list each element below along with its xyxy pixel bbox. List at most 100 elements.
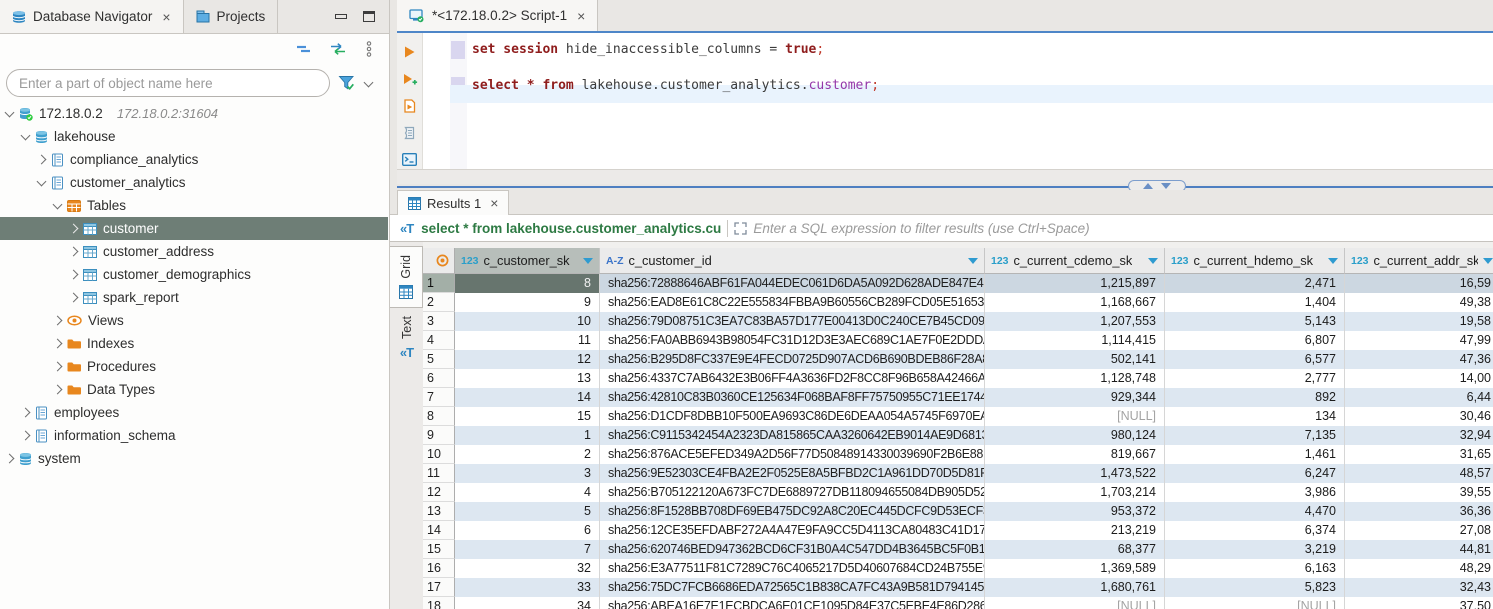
cell-c_customer_id[interactable]: sha256:E3A77511F81C7289C76C4065217D5D406… xyxy=(600,559,985,578)
table-row-1[interactable]: 18sha256:72888646ABF61FA044EDEC061D6DA5A… xyxy=(423,274,1493,293)
results-filter-bar[interactable]: «T select * from lakehouse.customer_anal… xyxy=(390,215,1493,242)
cell-c_customer_sk[interactable]: 33 xyxy=(455,578,600,597)
cell-c_customer_id[interactable]: sha256:B295D8FC337E9E4FECD0725D907ACD6B6… xyxy=(600,350,985,369)
row-number[interactable]: 16 xyxy=(423,559,455,578)
cell-c_current_addr_sk[interactable]: 30,46 xyxy=(1345,407,1493,426)
table-row-11[interactable]: 113sha256:9E52303CE4FBA2E2F0525E8A5BFBD2… xyxy=(423,464,1493,483)
cell-c_customer_id[interactable]: sha256:42810C83B0360CE125634F068BAF8FF75… xyxy=(600,388,985,407)
table-row-18[interactable]: 1834sha256:ABEA16E7E1ECBDCA6E01CE1095D84… xyxy=(423,597,1493,609)
cell-c_current_addr_sk[interactable]: 36,36 xyxy=(1345,502,1493,521)
cell-c_customer_id[interactable]: sha256:FA0ABB6943B98054FC31D12D3E3AEC689… xyxy=(600,331,985,350)
cell-c_current_cdemo_sk[interactable]: 1,215,897 xyxy=(985,274,1165,293)
chevron-right-icon[interactable] xyxy=(69,224,79,234)
cell-c_customer_sk[interactable]: 3 xyxy=(455,464,600,483)
chevron-down-icon[interactable] xyxy=(21,130,31,140)
cell-c_current_addr_sk[interactable]: 32,94 xyxy=(1345,426,1493,445)
cell-c_current_addr_sk[interactable]: 6,44 xyxy=(1345,388,1493,407)
cell-c_current_cdemo_sk[interactable]: 980,124 xyxy=(985,426,1165,445)
cell-c_current_addr_sk[interactable]: 27,08 xyxy=(1345,521,1493,540)
cell-c_current_hdemo_sk[interactable]: 6,374 xyxy=(1165,521,1345,540)
cell-c_customer_sk[interactable]: 2 xyxy=(455,445,600,464)
cell-c_current_addr_sk[interactable]: 48,57 xyxy=(1345,464,1493,483)
cell-c_current_addr_sk[interactable]: 31,65 xyxy=(1345,445,1493,464)
cell-c_customer_sk[interactable]: 11 xyxy=(455,331,600,350)
cell-c_customer_sk[interactable]: 12 xyxy=(455,350,600,369)
close-icon[interactable]: × xyxy=(162,9,170,25)
row-number[interactable]: 15 xyxy=(423,540,455,559)
execute-script-button[interactable] xyxy=(403,99,416,113)
tab-text-view[interactable]: Text «T xyxy=(390,308,423,368)
row-number[interactable]: 6 xyxy=(423,369,455,388)
cell-c_current_hdemo_sk[interactable]: 5,143 xyxy=(1165,312,1345,331)
chevron-down-icon[interactable] xyxy=(37,176,47,186)
cell-c_current_addr_sk[interactable]: 39,55 xyxy=(1345,483,1493,502)
tab-grid-view[interactable]: Grid xyxy=(390,246,423,308)
cell-c_current_addr_sk[interactable]: 48,29 xyxy=(1345,559,1493,578)
column-header-c_current_cdemo_sk[interactable]: 123c_current_cdemo_sk xyxy=(985,248,1165,274)
chevron-right-icon[interactable] xyxy=(53,385,63,395)
cell-c_current_cdemo_sk[interactable]: 929,344 xyxy=(985,388,1165,407)
cell-c_current_cdemo_sk[interactable]: 1,128,748 xyxy=(985,369,1165,388)
cell-c_current_cdemo_sk[interactable]: 953,372 xyxy=(985,502,1165,521)
tab-sql-script[interactable]: *<172.18.0.2> Script-1 × xyxy=(397,0,598,31)
chevron-right-icon[interactable] xyxy=(21,431,31,441)
tree-item-lakehouse[interactable]: lakehouse xyxy=(0,125,388,148)
cell-c_current_hdemo_sk[interactable]: 6,577 xyxy=(1165,350,1345,369)
table-row-8[interactable]: 815sha256:D1CDF8DBB10F500EA9693C86DE6DEA… xyxy=(423,407,1493,426)
row-number[interactable]: 10 xyxy=(423,445,455,464)
cell-c_current_addr_sk[interactable]: 14,00 xyxy=(1345,369,1493,388)
cell-c_current_cdemo_sk[interactable]: 819,667 xyxy=(985,445,1165,464)
tree-item-customer-demographics[interactable]: customer_demographics xyxy=(0,263,388,286)
cell-c_customer_id[interactable]: sha256:12CE35EFDABF272A4A47E9FA9CC5D4113… xyxy=(600,521,985,540)
cell-c_current_cdemo_sk[interactable]: 213,219 xyxy=(985,521,1165,540)
cell-c_customer_id[interactable]: sha256:9E52303CE4FBA2E2F0525E8A5BFBD2C1A… xyxy=(600,464,985,483)
chevron-right-icon[interactable] xyxy=(5,454,15,464)
cell-c_customer_sk[interactable]: 15 xyxy=(455,407,600,426)
cell-c_customer_id[interactable]: sha256:D1CDF8DBB10F500EA9693C86DE6DEAA05… xyxy=(600,407,985,426)
tree-item-connection-172-18-0-2[interactable]: 172.18.0.2172.18.0.2:31604 xyxy=(0,102,388,125)
expand-filter-icon[interactable] xyxy=(734,222,747,235)
row-number[interactable]: 13 xyxy=(423,502,455,521)
cell-c_customer_id[interactable]: sha256:75DC7FCB6686EDA72565C1B838CA7FC43… xyxy=(600,578,985,597)
cell-c_current_hdemo_sk[interactable]: 2,471 xyxy=(1165,274,1345,293)
sql-code-area[interactable]: set session hide_inaccessible_columns = … xyxy=(423,33,1493,169)
tree-item-compliance-analytics[interactable]: compliance_analytics xyxy=(0,148,388,171)
cell-c_current_addr_sk[interactable]: 37,50 xyxy=(1345,597,1493,609)
cell-c_current_hdemo_sk[interactable]: 5,823 xyxy=(1165,578,1345,597)
cell-c_current_addr_sk[interactable]: 44,81 xyxy=(1345,540,1493,559)
table-row-4[interactable]: 411sha256:FA0ABB6943B98054FC31D12D3E3AEC… xyxy=(423,331,1493,350)
table-row-2[interactable]: 29sha256:EAD8E61C8C22E555834FBBA9B60556C… xyxy=(423,293,1493,312)
cell-c_current_hdemo_sk[interactable]: 1,461 xyxy=(1165,445,1345,464)
tree-item-customer[interactable]: customer xyxy=(0,217,388,240)
chevron-right-icon[interactable] xyxy=(69,293,79,303)
tree-item-employees[interactable]: employees xyxy=(0,401,388,424)
cell-c_current_cdemo_sk[interactable]: 1,703,214 xyxy=(985,483,1165,502)
table-row-13[interactable]: 135sha256:8F1528BB708DF69EB475DC92A8C20E… xyxy=(423,502,1493,521)
link-with-editor-icon[interactable] xyxy=(329,43,347,55)
collapse-down-icon[interactable] xyxy=(1161,183,1171,189)
cell-c_customer_id[interactable]: sha256:ABEA16E7E1ECBDCA6E01CE1095D84E37C… xyxy=(600,597,985,609)
chevron-right-icon[interactable] xyxy=(53,339,63,349)
cell-c_current_cdemo_sk[interactable]: 68,377 xyxy=(985,540,1165,559)
cell-c_current_hdemo_sk[interactable]: 6,163 xyxy=(1165,559,1345,578)
chevron-right-icon[interactable] xyxy=(53,316,63,326)
cell-c_current_hdemo_sk[interactable]: 3,219 xyxy=(1165,540,1345,559)
row-number[interactable]: 18 xyxy=(423,597,455,609)
cell-c_customer_sk[interactable]: 32 xyxy=(455,559,600,578)
chevron-down-icon[interactable] xyxy=(53,199,63,209)
cell-c_customer_sk[interactable]: 4 xyxy=(455,483,600,502)
column-menu-arrow-icon[interactable] xyxy=(1328,258,1338,264)
explain-plan-button[interactable] xyxy=(403,126,416,140)
search-input[interactable] xyxy=(6,69,330,97)
cell-c_current_addr_sk[interactable]: 19,58 xyxy=(1345,312,1493,331)
cell-c_current_cdemo_sk[interactable]: 1,680,761 xyxy=(985,578,1165,597)
cell-c_current_cdemo_sk[interactable]: 1,369,589 xyxy=(985,559,1165,578)
collapse-all-icon[interactable] xyxy=(296,44,311,54)
cell-c_customer_sk[interactable]: 13 xyxy=(455,369,600,388)
cell-c_current_addr_sk[interactable]: 49,38 xyxy=(1345,293,1493,312)
tree-item-spark-report[interactable]: spark_report xyxy=(0,286,388,309)
cell-c_customer_id[interactable]: sha256:EAD8E61C8C22E555834FBBA9B60556CB2… xyxy=(600,293,985,312)
cell-c_current_cdemo_sk[interactable]: 502,141 xyxy=(985,350,1165,369)
cell-c_customer_sk[interactable]: 7 xyxy=(455,540,600,559)
cell-c_current_hdemo_sk[interactable]: 6,807 xyxy=(1165,331,1345,350)
